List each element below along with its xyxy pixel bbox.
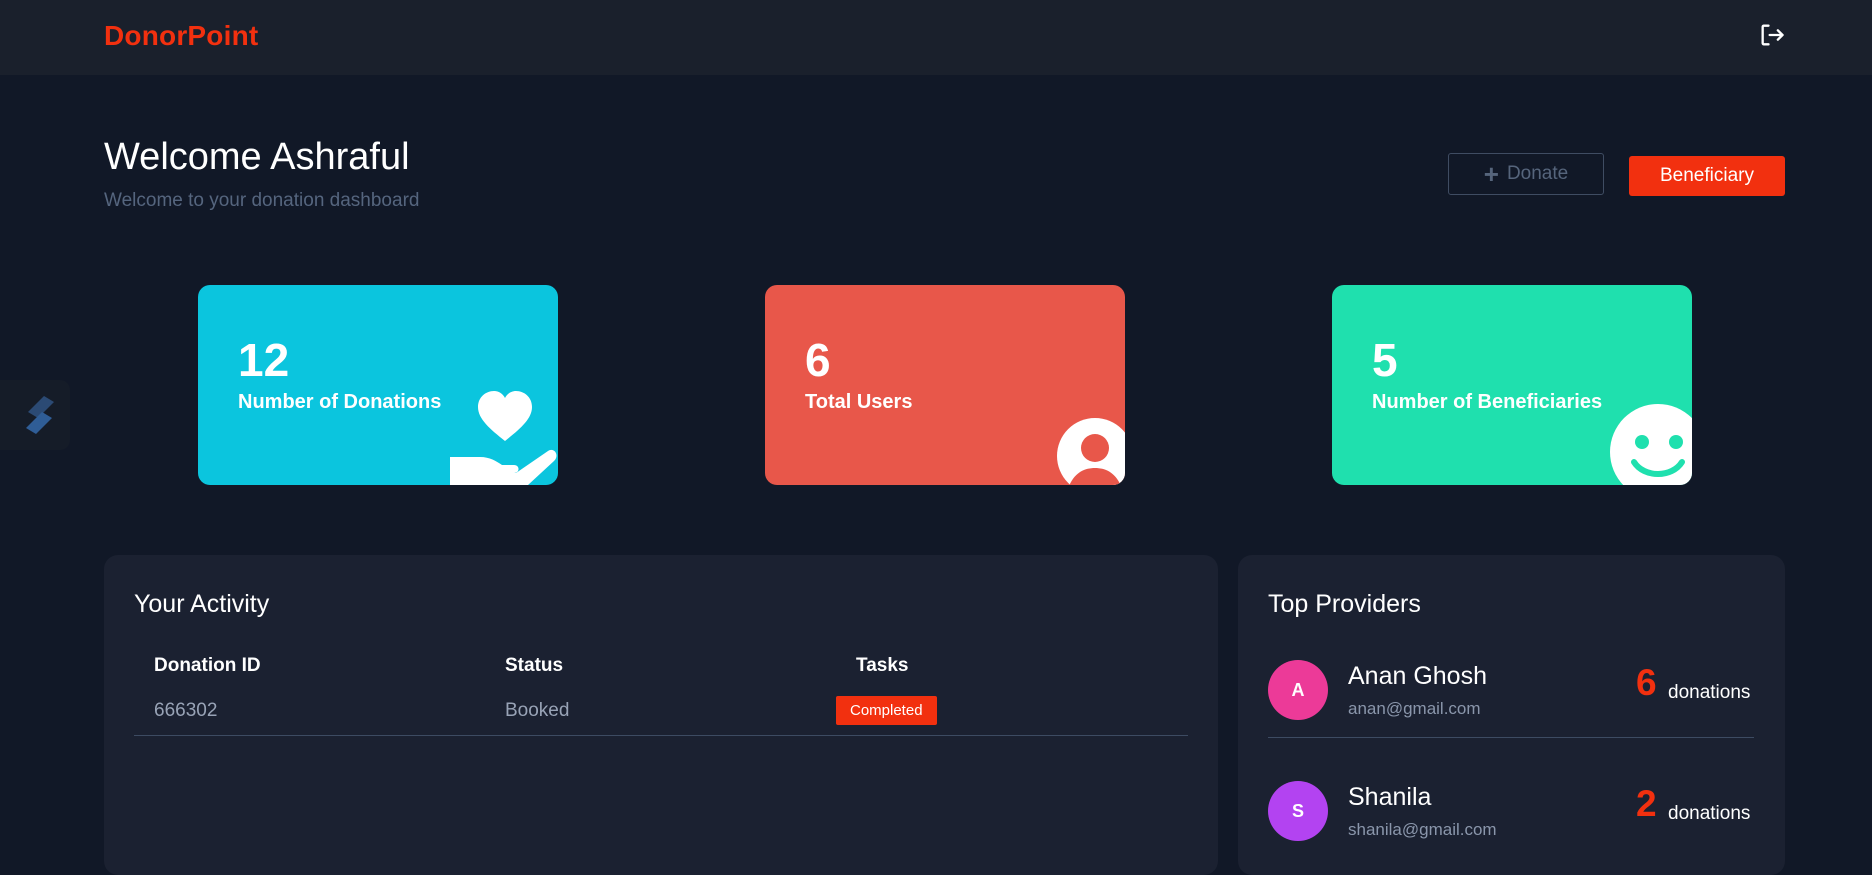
heart-hand-icon: [450, 391, 557, 485]
provider-item[interactable]: S Shanila shanila@gmail.com 2 donations: [1268, 753, 1754, 873]
table-row[interactable]: 666302 Booked Completed: [134, 687, 1188, 736]
provider-donation-unit: donations: [1668, 682, 1751, 703]
sidebar-logo-icon: [26, 396, 54, 434]
logout-icon[interactable]: [1758, 21, 1786, 49]
donation-id-cell: 666302: [134, 687, 485, 736]
stat-label: Total Users: [805, 391, 913, 413]
table-header-row: Donation ID Status Tasks: [134, 645, 1188, 687]
provider-donation-count: 2: [1636, 783, 1657, 824]
provider-donation-count: 6: [1636, 662, 1657, 703]
user-icon: [1057, 418, 1125, 485]
activity-panel: Your Activity Donation ID Status Tasks 6…: [104, 555, 1218, 875]
provider-email: anan@gmail.com: [1348, 699, 1481, 718]
top-navbar: DonorPoint: [0, 0, 1872, 75]
donate-button[interactable]: + Donate: [1448, 153, 1604, 195]
page-subtitle: Welcome to your donation dashboard: [104, 190, 420, 211]
activity-title: Your Activity: [134, 590, 270, 618]
column-header: Status: [505, 655, 564, 676]
column-header: Donation ID: [154, 655, 261, 676]
stat-card-donations: 12 Number of Donations: [198, 285, 558, 485]
smile-icon: [1610, 404, 1692, 485]
divider: [1268, 737, 1754, 738]
stat-value: 5: [1372, 334, 1398, 386]
stat-card-users: 6 Total Users: [765, 285, 1125, 485]
activity-table: Donation ID Status Tasks 666302 Booked C…: [134, 645, 1188, 736]
plus-icon: +: [1483, 159, 1499, 189]
beneficiary-button[interactable]: Beneficiary: [1629, 156, 1785, 196]
stat-card-beneficiaries: 5 Number of Beneficiaries: [1332, 285, 1692, 485]
task-cell: Completed: [836, 687, 1188, 736]
providers-title: Top Providers: [1268, 590, 1421, 618]
status-cell: Booked: [485, 687, 836, 736]
top-providers-panel: Top Providers A Anan Ghosh anan@gmail.co…: [1238, 555, 1785, 875]
stat-label: Number of Donations: [238, 391, 442, 413]
provider-name: Shanila: [1348, 783, 1432, 811]
provider-item[interactable]: A Anan Ghosh anan@gmail.com 6 donations: [1268, 632, 1754, 752]
provider-name: Anan Ghosh: [1348, 662, 1487, 690]
avatar: S: [1268, 781, 1328, 841]
sidebar-toggle[interactable]: [0, 380, 70, 450]
status-badge[interactable]: Completed: [836, 696, 937, 726]
page-title: Welcome Ashraful: [104, 136, 410, 178]
avatar: A: [1268, 660, 1328, 720]
donate-button-label: Donate: [1506, 163, 1569, 184]
brand-logo[interactable]: DonorPoint: [104, 20, 258, 52]
provider-email: shanila@gmail.com: [1348, 820, 1497, 839]
provider-donation-unit: donations: [1668, 803, 1751, 824]
stat-value: 12: [238, 334, 290, 386]
stat-label: Number of Beneficiaries: [1372, 391, 1603, 413]
column-header: Tasks: [856, 655, 909, 676]
stat-value: 6: [805, 334, 831, 386]
